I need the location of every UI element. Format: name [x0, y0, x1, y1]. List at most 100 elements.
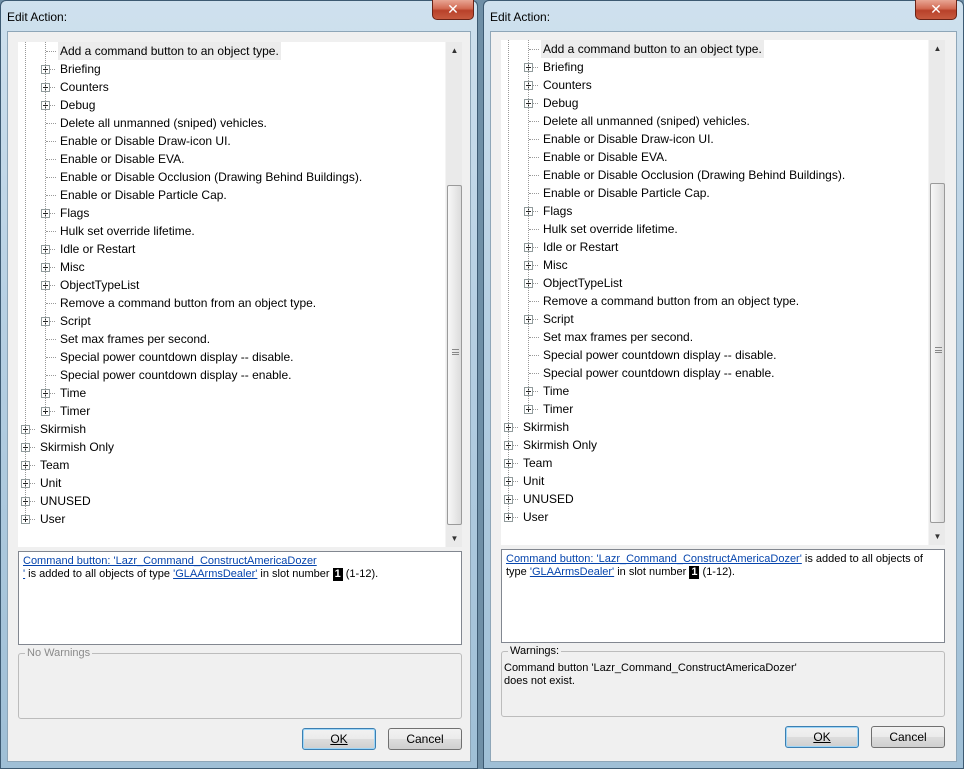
tree-connector	[513, 427, 518, 428]
scroll-up-icon[interactable]: ▲	[446, 42, 462, 59]
tree-node[interactable]: UNUSED	[18, 492, 444, 510]
tree-node[interactable]: User	[18, 510, 444, 528]
scroll-down-icon[interactable]: ▼	[446, 530, 462, 547]
tree-connector	[533, 283, 538, 284]
tree-node[interactable]: Idle or Restart	[18, 240, 444, 258]
tree-node[interactable]: Unit	[501, 472, 927, 490]
tree-item-label: Skirmish Only	[523, 438, 598, 452]
tree-node[interactable]: Timer	[18, 402, 444, 420]
warnings-label: Warnings:	[508, 645, 562, 657]
ok-button[interactable]: OK	[785, 726, 859, 748]
tree-scrollbar[interactable]: ▲ ▼	[928, 40, 945, 545]
tree-leaf[interactable]: Delete all unmanned (sniped) vehicles.	[501, 112, 927, 130]
tree-leaf[interactable]: Enable or Disable EVA.	[18, 150, 444, 168]
scroll-thumb[interactable]	[930, 183, 945, 523]
action-description: Command button: 'Lazr_Command_ConstructA…	[18, 551, 462, 645]
title-bar[interactable]: Edit Action: ✕	[1, 0, 477, 31]
close-icon[interactable]: ✕	[432, 0, 474, 20]
tree-node[interactable]: Skirmish	[18, 420, 444, 438]
tree-leaf[interactable]: Hulk set override lifetime.	[18, 222, 444, 240]
scroll-up-icon[interactable]: ▲	[929, 40, 945, 57]
command-button-link[interactable]: Command button: 'Lazr_Command_ConstructA…	[23, 555, 317, 567]
tree-leaf[interactable]: Add a command button to an object type.	[501, 40, 927, 58]
tree-node[interactable]: Team	[18, 456, 444, 474]
tree-leaf[interactable]: Enable or Disable Occlusion (Drawing Beh…	[501, 166, 927, 184]
action-tree[interactable]: Add a command button to an object type. B…	[18, 42, 462, 547]
tree-node[interactable]: UNUSED	[501, 490, 927, 508]
slot-number[interactable]: 1	[689, 566, 700, 579]
warnings-group: No Warnings	[18, 647, 462, 719]
tree-scrollbar[interactable]: ▲ ▼	[445, 42, 462, 547]
tree-leaf[interactable]: Special power countdown display -- enabl…	[501, 364, 927, 382]
tree-node[interactable]: Time	[501, 382, 927, 400]
grip-icon	[935, 347, 942, 353]
tree-item-label: Skirmish Only	[40, 440, 115, 454]
tree-node[interactable]: ObjectTypeList	[18, 276, 444, 294]
description-text: (1-12).	[342, 568, 379, 580]
tree-node[interactable]: Debug	[18, 96, 444, 114]
tree-leaf[interactable]: Delete all unmanned (sniped) vehicles.	[18, 114, 444, 132]
object-type-link[interactable]: 'GLAArmsDealer'	[530, 566, 614, 578]
tree-connector	[50, 105, 55, 106]
tree-leaf[interactable]: Set max frames per second.	[501, 328, 927, 346]
tree-item-label: Delete all unmanned (sniped) vehicles.	[543, 114, 750, 128]
tree-item-label: Hulk set override lifetime.	[543, 222, 678, 236]
tree-node[interactable]: Script	[18, 312, 444, 330]
tree-node[interactable]: Flags	[501, 202, 927, 220]
close-icon[interactable]: ✕	[915, 0, 957, 20]
tree-node[interactable]: Skirmish Only	[501, 436, 927, 454]
tree-node[interactable]: Misc	[18, 258, 444, 276]
tree-connector	[529, 355, 539, 356]
tree-leaf[interactable]: Special power countdown display -- enabl…	[18, 366, 444, 384]
tree-leaf[interactable]: Enable or Disable Particle Cap.	[501, 184, 927, 202]
title-bar[interactable]: Edit Action: ✕	[484, 0, 963, 31]
tree-node[interactable]: Script	[501, 310, 927, 328]
cancel-button[interactable]: Cancel	[871, 726, 945, 748]
tree-leaf[interactable]: Enable or Disable Draw-icon UI.	[501, 130, 927, 148]
scroll-down-icon[interactable]: ▼	[929, 528, 945, 545]
ok-button[interactable]: OK	[302, 728, 376, 750]
cancel-button[interactable]: Cancel	[388, 728, 462, 750]
tree-item-label: Briefing	[543, 60, 584, 74]
tree-leaf[interactable]: Remove a command button from an object t…	[501, 292, 927, 310]
tree-leaf[interactable]: Hulk set override lifetime.	[501, 220, 927, 238]
tree-node[interactable]: Skirmish	[501, 418, 927, 436]
tree-item-label: Enable or Disable EVA.	[60, 152, 185, 166]
tree-node[interactable]: Flags	[18, 204, 444, 222]
grip-icon	[452, 349, 459, 355]
tree-node[interactable]: Skirmish Only	[18, 438, 444, 456]
tree-leaf[interactable]: Add a command button to an object type.	[18, 42, 444, 60]
tree-item-label: Counters	[543, 78, 592, 92]
tree-leaf[interactable]: Enable or Disable Occlusion (Drawing Beh…	[18, 168, 444, 186]
description-text: is added to all objects of type	[25, 568, 174, 580]
tree-item-label: Add a command button to an object type.	[541, 40, 764, 58]
tree-node[interactable]: Briefing	[501, 58, 927, 76]
tree-leaf[interactable]: Set max frames per second.	[18, 330, 444, 348]
tree-node[interactable]: ObjectTypeList	[501, 274, 927, 292]
action-tree[interactable]: Add a command button to an object type. B…	[501, 40, 945, 545]
tree-node[interactable]: Team	[501, 454, 927, 472]
command-button-link[interactable]: Command button: 'Lazr_Command_ConstructA…	[506, 553, 802, 565]
tree-leaf[interactable]: Enable or Disable Draw-icon UI.	[18, 132, 444, 150]
tree-leaf[interactable]: Special power countdown display -- disab…	[18, 348, 444, 366]
tree-leaf[interactable]: Remove a command button from an object t…	[18, 294, 444, 312]
tree-leaf[interactable]: Enable or Disable EVA.	[501, 148, 927, 166]
tree-leaf[interactable]: Enable or Disable Particle Cap.	[18, 186, 444, 204]
object-type-link[interactable]: 'GLAArmsDealer'	[173, 568, 257, 580]
tree-leaf[interactable]: Special power countdown display -- disab…	[501, 346, 927, 364]
description-text: (1-12).	[699, 566, 735, 578]
scroll-thumb[interactable]	[447, 185, 462, 525]
tree-node[interactable]: Counters	[501, 76, 927, 94]
tree-node[interactable]: Briefing	[18, 60, 444, 78]
tree-node[interactable]: Timer	[501, 400, 927, 418]
tree-node[interactable]: Misc	[501, 256, 927, 274]
tree-guide-line	[25, 42, 26, 519]
tree-node[interactable]: Counters	[18, 78, 444, 96]
tree-node[interactable]: User	[501, 508, 927, 526]
tree-node[interactable]: Unit	[18, 474, 444, 492]
slot-number[interactable]: 1	[332, 568, 343, 581]
tree-node[interactable]: Time	[18, 384, 444, 402]
tree-node[interactable]: Idle or Restart	[501, 238, 927, 256]
tree-node[interactable]: Debug	[501, 94, 927, 112]
tree-connector	[533, 265, 538, 266]
